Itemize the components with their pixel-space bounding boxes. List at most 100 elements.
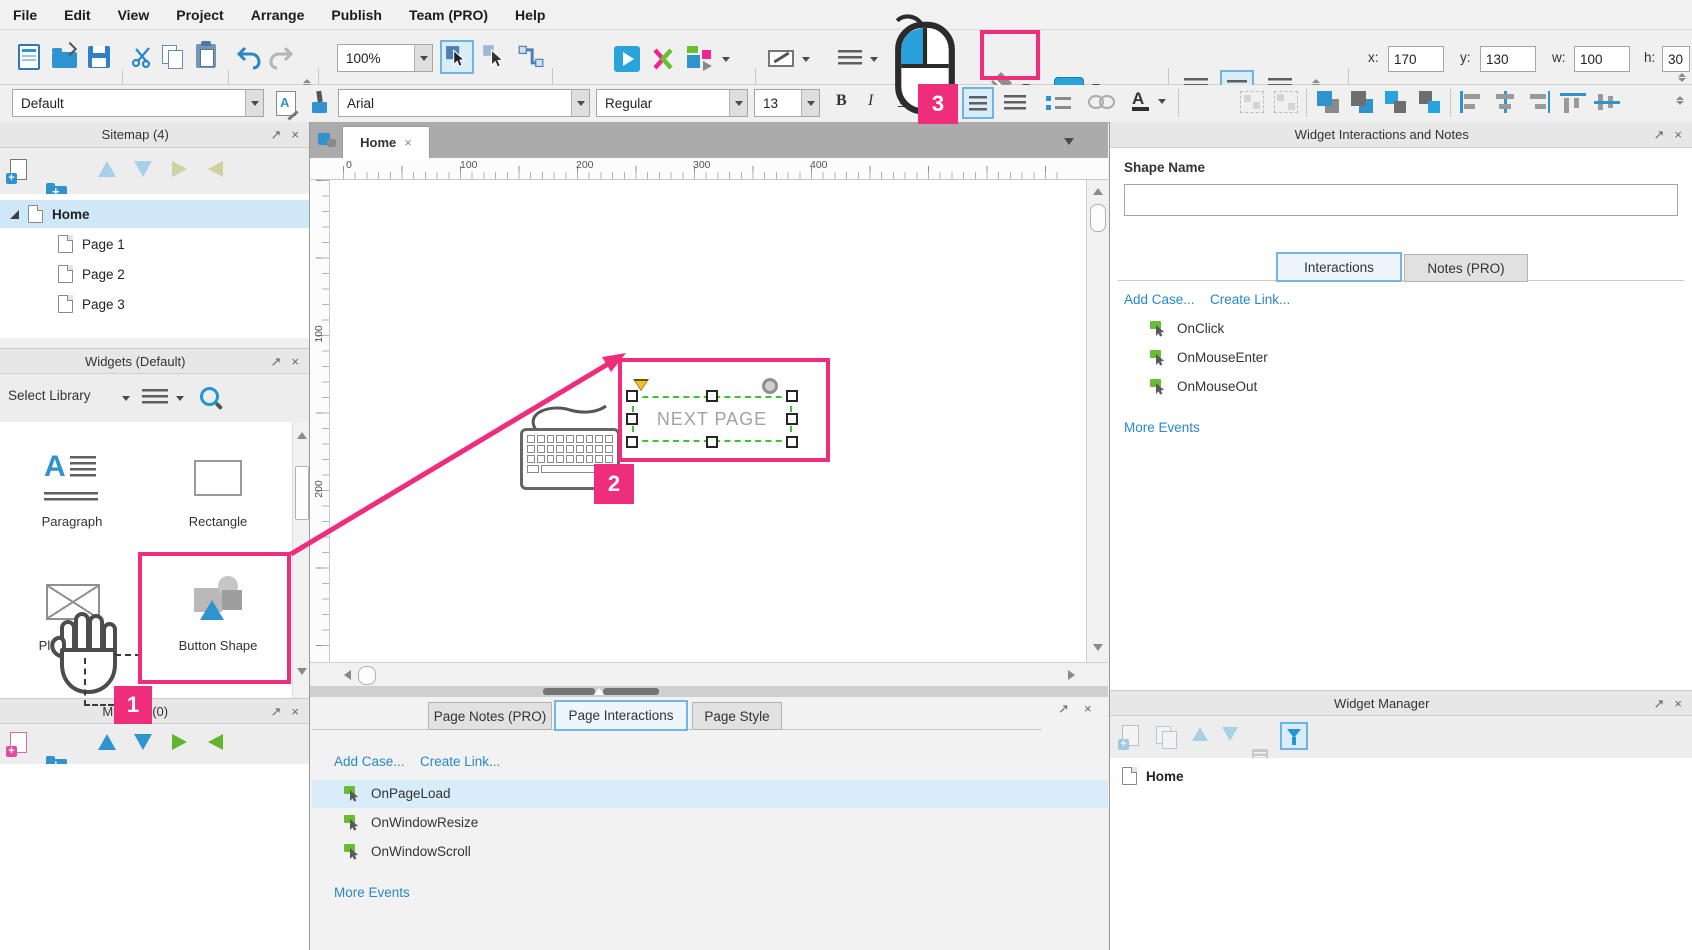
font-color-dropdown-icon[interactable] <box>1158 99 1166 104</box>
wm-copy-icon[interactable] <box>1156 726 1180 748</box>
event-onmouseout[interactable]: OnMouseOut <box>1150 378 1257 395</box>
font-size-dropdown-icon[interactable] <box>801 90 819 116</box>
preview-button[interactable] <box>614 46 640 72</box>
menu-arrange[interactable]: Arrange <box>251 7 305 23</box>
send-backward-icon[interactable] <box>1418 90 1444 115</box>
new-file-icon[interactable] <box>18 44 40 70</box>
sitemap-item-page2[interactable]: Page 2 <box>58 260 125 288</box>
cut-icon[interactable] <box>130 45 154 72</box>
outdent-page-icon[interactable] <box>208 161 223 177</box>
bring-to-front-icon[interactable] <box>1316 90 1342 115</box>
format-overflow-icon[interactable] <box>1676 95 1684 106</box>
event-onwindowscroll[interactable]: OnWindowScroll <box>344 843 471 860</box>
indent-page-icon[interactable] <box>172 161 187 177</box>
widget-manager-popout-icon[interactable]: ↗ <box>1654 697 1665 710</box>
font-color-icon[interactable]: A <box>1132 89 1149 111</box>
interactions-close-icon[interactable]: × <box>1674 128 1682 141</box>
bring-forward-icon[interactable] <box>1384 90 1410 115</box>
wm-add-icon[interactable] <box>1122 725 1139 746</box>
zoom-dropdown-icon[interactable] <box>414 45 432 71</box>
widget-list-menu-icon[interactable] <box>142 389 168 405</box>
connector-tool-button[interactable] <box>518 44 544 73</box>
outdent-master-icon[interactable] <box>208 734 223 750</box>
w-input[interactable] <box>1574 46 1630 72</box>
widget-list-caret-icon[interactable] <box>176 396 184 401</box>
menu-help[interactable]: Help <box>515 7 545 23</box>
justify-text-button[interactable] <box>962 87 994 119</box>
event-onmouseenter[interactable]: OnMouseEnter <box>1150 349 1268 366</box>
panel-splitter[interactable] <box>310 686 1108 697</box>
move-master-down-icon[interactable] <box>134 734 152 750</box>
tab-notes[interactable]: Notes (PRO) <box>1404 254 1528 282</box>
select-contained-tool-button[interactable] <box>482 44 508 73</box>
save-icon[interactable] <box>88 46 110 68</box>
page-panel-popout-icon[interactable]: ↗ <box>1058 701 1069 717</box>
tab-interactions[interactable]: Interactions <box>1276 252 1402 282</box>
send-to-back-icon[interactable] <box>1350 90 1376 115</box>
sitemap-popout-icon[interactable]: ↗ <box>271 128 282 141</box>
tab-page-interactions[interactable]: Page Interactions <box>554 700 688 731</box>
sitemap-item-page1[interactable]: Page 1 <box>58 230 125 258</box>
menu-edit[interactable]: Edit <box>64 7 90 23</box>
shape-name-input[interactable] <box>1124 184 1678 216</box>
open-file-icon[interactable] <box>52 52 77 68</box>
share-icon[interactable] <box>650 46 676 75</box>
menu-team[interactable]: Team (PRO) <box>409 7 488 23</box>
style-select[interactable]: Default <box>12 89 264 117</box>
widgets-scrollbar[interactable] <box>292 422 310 698</box>
bullet-list-icon[interactable] <box>1046 95 1072 111</box>
tab-list-dropdown-icon[interactable] <box>1064 138 1074 145</box>
group-icon[interactable] <box>1240 91 1264 113</box>
add-page-icon[interactable] <box>10 159 27 180</box>
y-input[interactable] <box>1480 46 1536 72</box>
manage-widget-libraries-icon[interactable] <box>686 45 716 73</box>
h-input[interactable] <box>1662 46 1690 72</box>
interactions-popout-icon[interactable]: ↗ <box>1654 128 1665 141</box>
masters-popout-icon[interactable]: ↗ <box>271 705 282 718</box>
widget-libraries-dropdown-icon[interactable] <box>722 57 730 62</box>
page-panel-close-icon[interactable]: × <box>1084 701 1092 716</box>
style-dropdown-icon[interactable] <box>245 90 263 116</box>
page-create-link-link[interactable]: Create Link... <box>420 754 500 769</box>
select-tool-button[interactable] <box>440 40 474 74</box>
tab-home[interactable]: Home × <box>342 126 430 158</box>
paste-icon[interactable] <box>196 44 216 68</box>
x-input[interactable] <box>1388 46 1444 72</box>
page-more-events-link[interactable]: More Events <box>334 885 410 900</box>
sitemap-item-home[interactable]: Home <box>0 200 309 228</box>
widgets-popout-icon[interactable]: ↗ <box>271 355 282 368</box>
redo-icon[interactable] <box>268 46 294 73</box>
event-onwindowresize[interactable]: OnWindowResize <box>344 814 478 831</box>
font-select[interactable]: Arial <box>338 89 590 117</box>
select-library-caret-icon[interactable] <box>122 396 130 401</box>
zoom-select[interactable]: 100% <box>337 44 433 72</box>
align-center-icon[interactable] <box>1492 91 1518 113</box>
sitemap-close-icon[interactable]: × <box>291 128 299 141</box>
edit-pen-dropdown-icon[interactable] <box>802 57 810 62</box>
ungroup-icon[interactable] <box>1274 91 1298 113</box>
line-weight-icon[interactable] <box>838 50 862 66</box>
align-middle-icon[interactable] <box>1594 91 1620 113</box>
font-size-select[interactable]: 13 <box>754 89 820 117</box>
page-add-case-link[interactable]: Add Case... <box>334 754 405 769</box>
add-master-icon[interactable] <box>10 732 27 753</box>
position-overflow-icon[interactable] <box>1678 72 1686 83</box>
widget-create-link-link[interactable]: Create Link... <box>1210 292 1290 307</box>
widget-paragraph-icon[interactable]: A <box>44 452 98 504</box>
event-onpageload[interactable]: OnPageLoad <box>344 785 451 802</box>
move-page-down-icon[interactable] <box>134 161 152 177</box>
line-weight-dropdown-icon[interactable] <box>870 57 878 62</box>
widget-more-events-link[interactable]: More Events <box>1124 420 1200 435</box>
canvas-vscrollbar[interactable] <box>1086 180 1108 662</box>
tab-page-notes[interactable]: Page Notes (PRO) <box>428 702 552 730</box>
collapse-icon[interactable] <box>10 210 19 219</box>
copy-icon[interactable] <box>162 45 186 69</box>
wm-down-icon[interactable] <box>1222 727 1238 741</box>
widget-manager-close-icon[interactable]: × <box>1674 697 1682 710</box>
widgets-close-icon[interactable]: × <box>291 355 299 368</box>
undo-icon[interactable] <box>236 46 262 73</box>
wm-up-icon[interactable] <box>1192 727 1208 741</box>
link-icon[interactable] <box>1088 95 1115 112</box>
wm-filter-button[interactable] <box>1280 722 1308 750</box>
font-weight-dropdown-icon[interactable] <box>729 90 747 116</box>
